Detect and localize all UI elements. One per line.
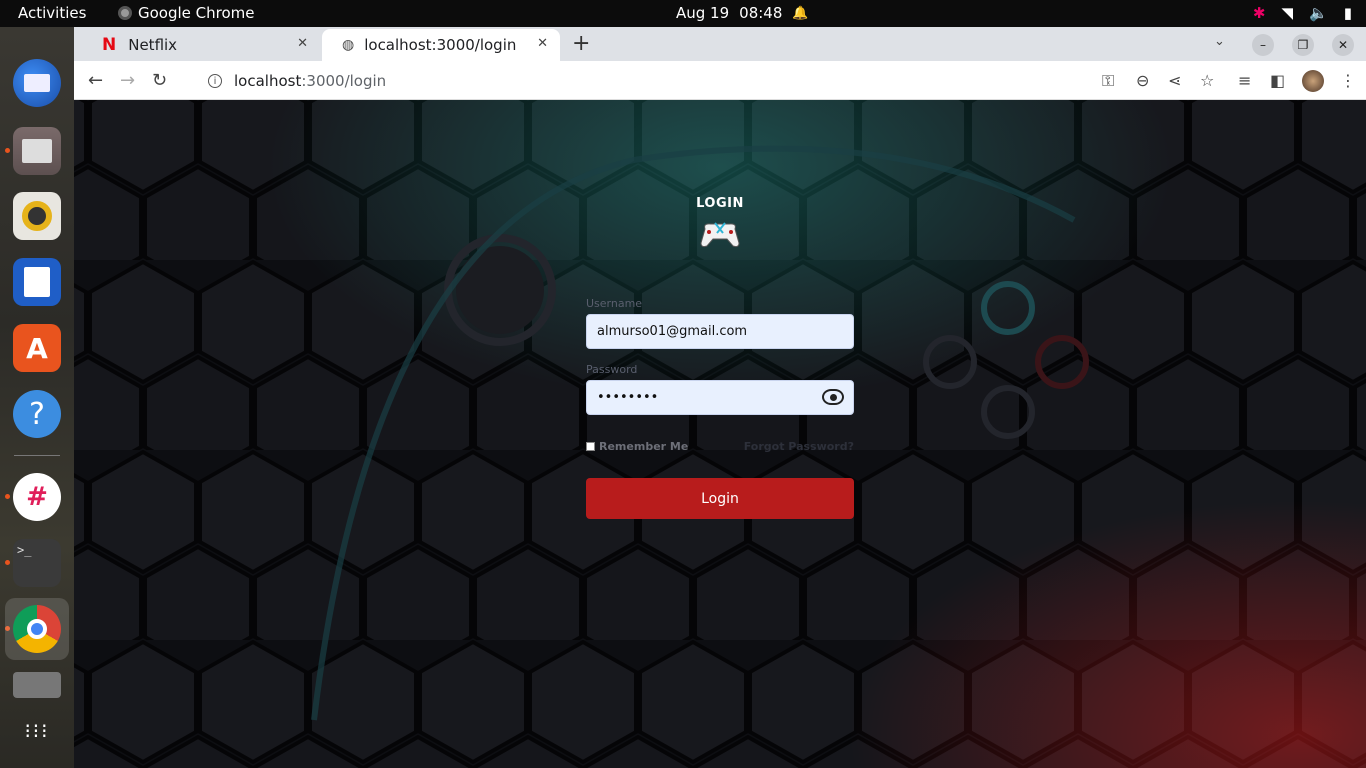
page-content: LOGIN Username almurso01@gmail.com Passw… <box>74 100 1366 768</box>
slack-icon[interactable]: # <box>13 473 61 521</box>
zoom-icon[interactable]: ⊖ <box>1136 71 1149 90</box>
files-icon[interactable] <box>13 127 61 175</box>
login-title: LOGIN <box>696 196 744 211</box>
chrome-icon[interactable] <box>13 605 61 653</box>
share-icon[interactable]: ⋖ <box>1168 71 1181 90</box>
clock[interactable]: Aug 19 08:48 🔔 <box>676 4 809 22</box>
toolbar: ← → ↻ i localhost :3000/login ⚿ ⊖ ⋖ ☆ ≡ … <box>74 61 1366 100</box>
clock-date: Aug 19 <box>676 4 730 22</box>
globe-icon: ◍ <box>342 37 355 53</box>
url-path: :3000/login <box>301 72 387 90</box>
system-top-bar: Activities Google Chrome Aug 19 08:48 🔔 … <box>0 0 1366 27</box>
gamepad-logo-icon <box>699 219 741 249</box>
terminal-icon[interactable]: >_ <box>13 539 61 587</box>
username-input[interactable]: almurso01@gmail.com <box>586 314 854 349</box>
tab-strip: N Netflix ✕ ◍ localhost:3000/login ✕ + ⌄… <box>74 27 1366 61</box>
bell-icon: 🔔 <box>792 5 809 21</box>
close-window-button[interactable]: ✕ <box>1332 34 1354 56</box>
netflix-icon: N <box>102 35 117 55</box>
tab-netflix[interactable]: N Netflix ✕ <box>82 29 320 61</box>
back-icon[interactable]: ← <box>88 70 103 91</box>
password-value: •••••••• <box>597 390 659 405</box>
wifi-icon: ◥ <box>1281 4 1294 22</box>
maximize-button[interactable]: ❐ <box>1292 34 1314 56</box>
app-name: Google Chrome <box>138 4 255 22</box>
site-info-icon[interactable]: i <box>208 74 222 88</box>
thunderbird-icon[interactable] <box>13 59 61 107</box>
side-panel-icon[interactable]: ◧ <box>1270 71 1285 90</box>
app-menu[interactable]: Google Chrome <box>118 4 255 22</box>
forward-icon[interactable]: → <box>120 70 135 91</box>
show-apps-icon[interactable]: ⁝⁝⁝ <box>13 707 61 755</box>
chrome-small-icon <box>118 6 132 20</box>
password-input[interactable]: •••••••• <box>586 380 854 415</box>
new-tab-button[interactable]: + <box>572 31 590 56</box>
system-tray[interactable]: ✱ ◥ 🔈 ▮ <box>1253 4 1352 22</box>
slack-tray-icon: ✱ <box>1252 4 1266 22</box>
bookmark-star-icon[interactable]: ☆ <box>1200 71 1214 90</box>
drive-icon[interactable] <box>13 672 61 698</box>
volume-icon: 🔈 <box>1309 4 1328 22</box>
dock: A ? # >_ ⁝⁝⁝ <box>0 27 74 768</box>
tab-login[interactable]: ◍ localhost:3000/login ✕ <box>322 29 560 61</box>
username-label: Username <box>586 297 643 310</box>
reload-icon[interactable]: ↻ <box>152 70 167 91</box>
profile-avatar[interactable] <box>1302 70 1324 92</box>
close-tab-icon[interactable]: ✕ <box>297 36 308 51</box>
remember-label: Remember Me <box>599 439 689 453</box>
password-label: Password <box>586 363 638 376</box>
tab-title: Netflix <box>128 36 178 54</box>
clock-time: 08:48 <box>739 4 783 22</box>
rhythmbox-icon[interactable] <box>13 192 61 240</box>
tab-title: localhost:3000/login <box>364 36 517 54</box>
remember-me[interactable]: Remember Me <box>586 440 688 453</box>
menu-icon[interactable]: ⋮ <box>1340 71 1356 90</box>
writer-icon[interactable] <box>13 258 61 306</box>
app-center-icon[interactable]: A <box>13 324 61 372</box>
address-bar[interactable]: i localhost :3000/login <box>192 66 992 96</box>
close-tab-icon[interactable]: ✕ <box>537 36 548 51</box>
media-icon[interactable]: ≡ <box>1238 71 1251 90</box>
activities-button[interactable]: Activities <box>18 4 86 22</box>
key-icon[interactable]: ⚿ <box>1102 71 1114 91</box>
login-form: LOGIN Username almurso01@gmail.com Passw… <box>586 196 854 519</box>
tab-search-icon[interactable]: ⌄ <box>1214 34 1225 49</box>
url-host: localhost <box>234 72 302 90</box>
minimize-button[interactable]: – <box>1252 34 1274 56</box>
remember-checkbox[interactable] <box>586 441 595 451</box>
help-icon[interactable]: ? <box>13 390 61 438</box>
battery-icon: ▮ <box>1343 4 1352 22</box>
login-button[interactable]: Login <box>586 478 854 519</box>
forgot-password-link[interactable]: Forgot Password? <box>744 440 854 453</box>
show-password-eye-icon[interactable] <box>822 389 844 405</box>
